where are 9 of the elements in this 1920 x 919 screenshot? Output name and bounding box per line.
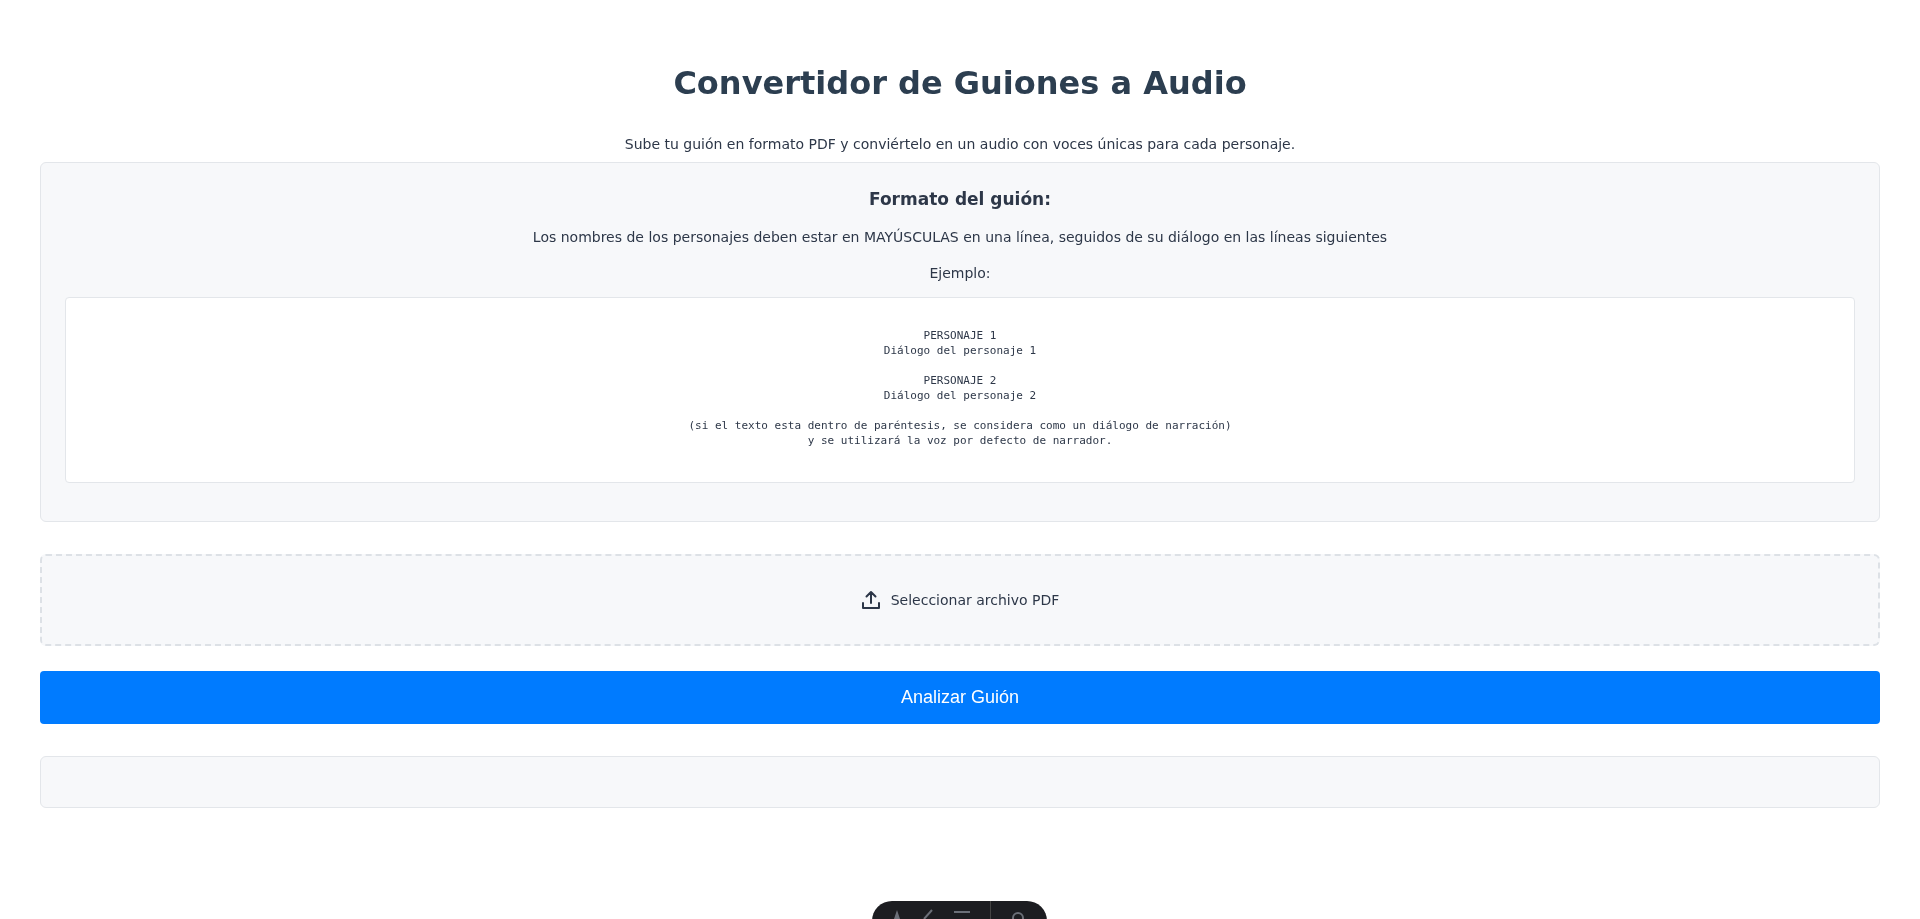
example-text: PERSONAJE 1 Diálogo del personaje 1 PERSONAJE 2 Diálogo del personaje 2 (si el texto esta dentro de paréntesis, se considera como un diálogo de narración) y se utilizará la voz por defecto de narrador. bbox=[688, 328, 1232, 448]
format-heading: Formato del guión: bbox=[869, 189, 1051, 209]
example-label: Ejemplo: bbox=[929, 265, 991, 281]
file-upload-area[interactable]: Seleccionar archivo PDF bbox=[40, 554, 1880, 646]
format-description: Los nombres de los personajes deben estar en MAYÚSCULAS en una línea, seguidos de su diálogo en las líneas siguientes bbox=[532, 229, 1388, 245]
upload-icon bbox=[860, 590, 881, 610]
analyze-button[interactable]: Analizar Guión bbox=[40, 671, 1880, 724]
page-title: Convertidor de Guiones a Audio bbox=[673, 64, 1247, 102]
subtitle: Sube tu guión en formato PDF y conviértelo en un audio con voces únicas para cada personaje. bbox=[624, 136, 1296, 152]
